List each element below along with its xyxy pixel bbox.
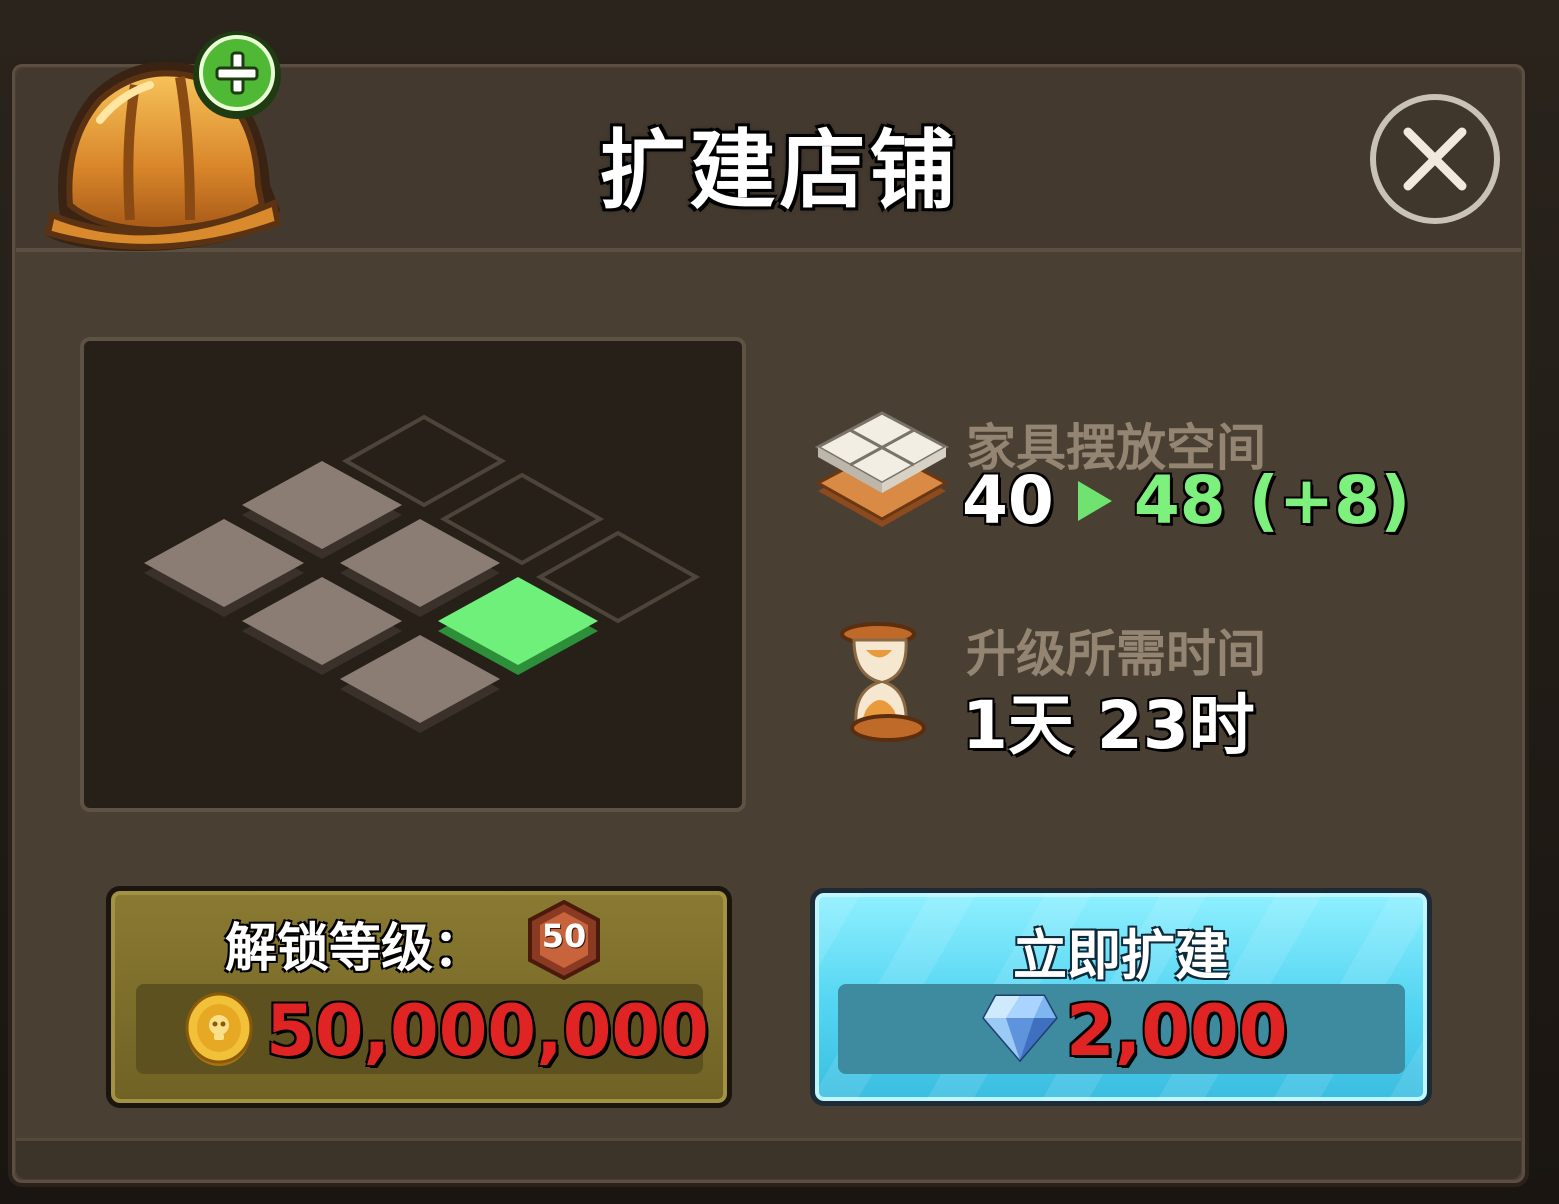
upgrade-time-value: 1天 23时 xyxy=(962,687,1255,764)
hourglass-icon xyxy=(840,622,926,742)
arrow-right-icon xyxy=(1077,480,1112,521)
level-badge-value: 50 xyxy=(541,917,587,955)
dialog-footer xyxy=(16,1138,1521,1179)
furniture-space-increase: (+8) xyxy=(1248,462,1411,539)
unlock-level-label: 解锁等级： xyxy=(225,919,486,979)
furniture-space-current: 40 xyxy=(962,462,1054,539)
floor-tiles-icon xyxy=(814,411,950,527)
dialog-title: 扩建店铺 xyxy=(599,121,960,221)
expand-now-label: 立即扩建 xyxy=(1013,924,1229,987)
game-scene: 扩建店铺 家具摆放空间 40 48 (+8) 升级所需时间 1天 23时 解锁等… xyxy=(0,0,1559,1204)
furniture-space-next: 48 xyxy=(1133,462,1226,539)
shop-floor-preview xyxy=(80,337,746,812)
coin-cost-value: 50,000,000 xyxy=(266,990,709,1072)
diamond-icon xyxy=(982,994,1058,1063)
close-x-icon[interactable] xyxy=(1368,92,1502,226)
gold-coin-icon xyxy=(185,992,253,1066)
gem-cost-value: 2,000 xyxy=(1066,990,1288,1072)
floor-grid xyxy=(144,414,701,733)
furniture-space-value: 40 48 (+8) xyxy=(962,462,1410,539)
